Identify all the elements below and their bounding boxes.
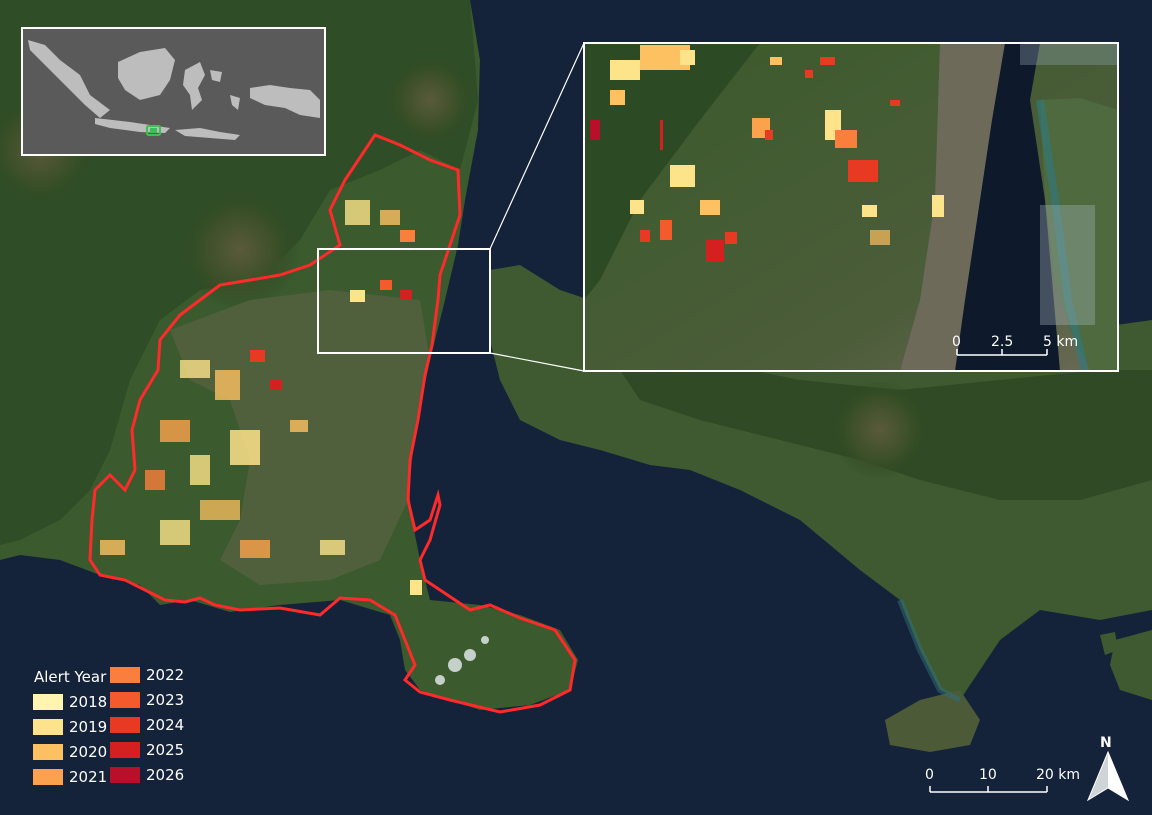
legend-item: 2019: [33, 718, 113, 736]
main-scale-label-end: 20 km: [1036, 767, 1081, 783]
main-scale-label-mid: 10: [979, 767, 997, 783]
legend-swatch: [110, 742, 140, 758]
locator-map: [21, 27, 326, 156]
legend-item: 2023: [110, 691, 190, 709]
legend-item: 2024: [110, 716, 190, 734]
volcano-ijen: [180, 190, 300, 310]
legend-label: 2021: [69, 768, 108, 786]
inset-scale-label-0: 0: [952, 334, 961, 350]
legend-label: 2022: [146, 666, 185, 684]
volcano-bali: [830, 380, 930, 480]
legend-label: 2018: [69, 693, 108, 711]
legend-title: Alert Year: [34, 668, 107, 686]
volcano-raung: [385, 55, 475, 145]
inset-scale-label-mid: 2.5: [991, 334, 1014, 350]
legend-swatch: [33, 719, 63, 735]
inset-map: [584, 43, 1118, 372]
legend-label: 2025: [146, 741, 185, 759]
legend-label: 2019: [69, 718, 108, 736]
legend-swatch: [33, 769, 63, 785]
legend-label: 2023: [146, 691, 185, 709]
legend-item: 2018: [33, 693, 113, 711]
legend-swatch: [33, 694, 63, 710]
legend-item: 2020: [33, 743, 113, 761]
legend-swatch: [33, 744, 63, 760]
north-label: N: [1100, 735, 1112, 751]
legend-swatch: [110, 767, 140, 783]
legend-label: 2020: [69, 743, 108, 761]
legend-item: 2026: [110, 766, 190, 784]
legend-item: 2025: [110, 741, 190, 759]
main-scale-label-0: 0: [925, 767, 934, 783]
legend-item: 2021: [33, 768, 113, 786]
inset-scale-label-end: 5 km: [1043, 334, 1079, 350]
legend-swatch: [110, 667, 140, 683]
legend-swatch: [110, 692, 140, 708]
legend-label: 2024: [146, 716, 185, 734]
legend-label: 2026: [146, 766, 185, 784]
legend-item: 2022: [110, 666, 190, 684]
legend-swatch: [110, 717, 140, 733]
